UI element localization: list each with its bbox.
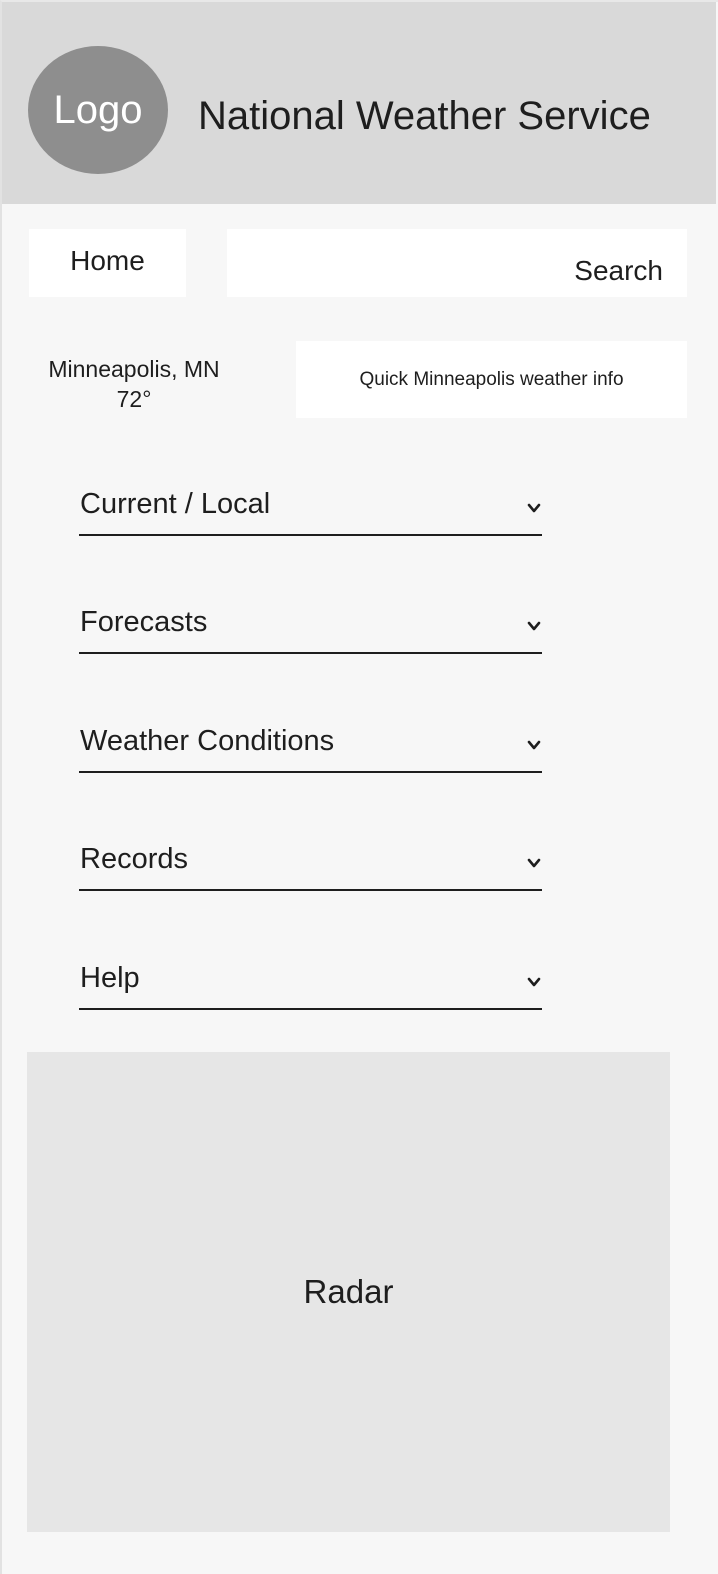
logo[interactable]: Logo — [28, 46, 168, 174]
chevron-down-icon — [527, 977, 541, 987]
chevron-down-icon — [527, 740, 541, 750]
location-temperature: 72° — [116, 386, 152, 412]
search-label: Search — [574, 255, 663, 286]
search-input[interactable]: Search — [227, 229, 687, 297]
location-city: Minneapolis, MN — [48, 356, 220, 382]
menu-item-records[interactable]: Records — [79, 835, 542, 891]
menu-item-label: Records — [80, 843, 188, 875]
menu-item-weather-conditions[interactable]: Weather Conditions — [79, 717, 542, 773]
menu-item-current-local[interactable]: Current / Local — [79, 480, 542, 536]
radar-label: Radar — [303, 1273, 394, 1310]
location-summary: Minneapolis, MN 72° — [28, 354, 240, 414]
chevron-down-icon — [527, 503, 541, 513]
menu-item-label: Help — [80, 962, 140, 994]
menu-item-label: Current / Local — [80, 488, 271, 520]
site-title: National Weather Service — [198, 94, 651, 138]
chevron-down-icon — [527, 858, 541, 868]
site-header: Logo National Weather Service — [2, 2, 716, 204]
menu-item-forecasts[interactable]: Forecasts — [79, 598, 542, 654]
chevron-down-icon — [527, 621, 541, 631]
menu-item-label: Weather Conditions — [80, 725, 335, 757]
home-button[interactable]: Home — [29, 229, 186, 297]
radar-panel[interactable]: Radar — [27, 1052, 670, 1532]
menu-item-label: Forecasts — [80, 606, 208, 638]
quick-weather-info[interactable]: Quick Minneapolis weather info — [296, 341, 687, 418]
menu-item-help[interactable]: Help — [79, 954, 542, 1010]
